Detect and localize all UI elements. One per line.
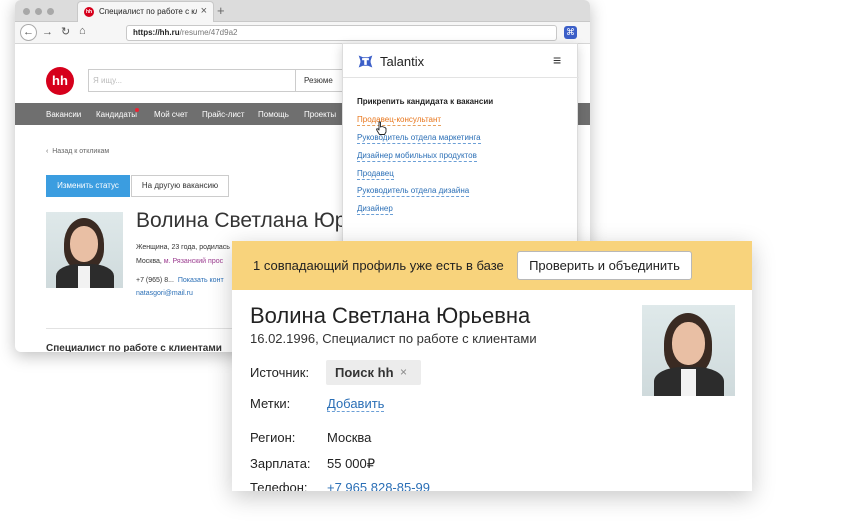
close-window-button[interactable] [23,8,30,15]
hh-favicon-icon: hh [84,7,94,17]
show-contacts-link[interactable]: Показать конт [178,277,224,284]
attach-heading: Прикрепить кандидата к вакансии [357,97,494,106]
vacancy-link[interactable]: Дизайнер [357,204,393,215]
navigation-bar: ← → ↻ ⌂ https://hh.ru/resume/47d9a2 ⌘ [15,22,590,44]
nav-item-pricelist[interactable]: Прайс-лист [202,110,245,119]
phone-link[interactable]: +7 965 828-85-99 [327,480,430,491]
nav-item-help[interactable]: Помощь [258,110,289,119]
url-host: https://hh.ru [133,28,180,37]
source-value: Поиск hh [335,365,394,380]
phone-value-wrap: +7 965 828-85-99 [327,480,430,491]
back-to-responses-link[interactable]: ‹ Назад к откликам [46,148,109,155]
source-label: Источник: [250,365,310,380]
forward-arrow-icon[interactable]: → [42,26,53,38]
divider [343,77,579,78]
candidate-photo [46,212,123,288]
reload-icon[interactable]: ↻ [61,25,70,38]
vacancy-link[interactable]: Продавец [357,169,394,180]
salary-value: 55 000₽ [327,456,376,471]
tags-label: Метки: [250,396,291,411]
tab-title: Специалист по работе с клиен [99,7,197,16]
candidate-location: Москва, м. Рязанский прос [136,258,224,265]
check-and-merge-button[interactable]: Проверить и объединить [517,251,692,280]
new-tab-icon[interactable]: + [217,3,225,18]
card-candidate-subtitle: 16.02.1996, Специалист по работе с клиен… [250,331,537,346]
duplicate-banner: 1 совпадающий профиль уже есть в базе Пр… [232,241,752,290]
phone-label: Телефон: [250,480,308,491]
candidate-info: Женщина, 23 года, родилась [136,244,230,251]
card-candidate-photo [642,305,735,396]
maximize-window-button[interactable] [47,8,54,15]
candidate-card: 1 совпадающий профиль уже есть в базе Пр… [232,241,752,491]
back-arrow-icon[interactable]: ← [20,24,37,41]
vacancy-link[interactable]: Дизайнер мобильных продуктов [357,151,477,162]
nav-item-vacancies[interactable]: Вакансии [46,110,81,119]
remove-source-icon[interactable]: × [400,365,407,379]
nav-item-projects[interactable]: Проекты [304,110,336,119]
vacancy-link[interactable]: Продавец-консультант [357,115,442,126]
salary-label: Зарплата: [250,456,311,471]
add-tag-link-wrap: Добавить [327,396,385,412]
hamburger-menu-icon[interactable]: ≡ [553,52,561,68]
card-candidate-name: Волина Светлана Юрьевна [250,303,531,328]
duplicate-banner-text: 1 совпадающий профиль уже есть в базе [253,258,504,273]
other-vacancy-button[interactable]: На другую вакансию [131,175,229,197]
change-status-button[interactable]: Изменить статус [46,175,130,197]
tab-bar: hh Специалист по работе с клиен × + [15,0,590,22]
candidate-phone: +7 (965) 8... Показать конт [136,277,224,284]
talantix-extension-icon[interactable]: ⌘ [564,26,577,39]
url-path: /resume/47d9a2 [179,28,238,37]
search-input[interactable]: Я ищу... Резюме [88,69,343,92]
minimize-window-button[interactable] [35,8,42,15]
metro-station: м. Рязанский прос [163,258,224,265]
region-label: Регион: [250,430,296,445]
talantix-brand: Talantix [380,54,425,69]
hand-cursor-icon [376,121,387,135]
browser-tab[interactable]: hh Специалист по работе с клиен × [77,1,214,22]
nav-item-account[interactable]: Мой счет [154,110,188,119]
region-value: Москва [327,430,372,445]
talantix-popup: Talantix ≡ Прикрепить кандидата к ваканс… [342,43,579,248]
notification-dot [135,108,139,112]
nav-item-candidates[interactable]: Кандидаты [96,110,137,119]
resume-job-title: Специалист по работе с клиентами [46,343,222,352]
candidate-email[interactable]: natasgori@mail.ru [136,290,193,297]
hh-logo[interactable]: hh [46,67,74,95]
search-scope-select[interactable]: Резюме [295,70,333,91]
add-tag-link[interactable]: Добавить [327,396,385,412]
address-bar[interactable]: https://hh.ru/resume/47d9a2 [126,25,557,41]
vacancy-link[interactable]: Руководитель отдела дизайна [357,186,470,197]
talantix-logo-icon [358,55,373,68]
search-placeholder: Я ищу... [93,76,123,85]
close-tab-icon[interactable]: × [201,5,207,17]
home-icon[interactable]: ⌂ [79,25,86,37]
source-chip: Поиск hh × [326,360,421,385]
